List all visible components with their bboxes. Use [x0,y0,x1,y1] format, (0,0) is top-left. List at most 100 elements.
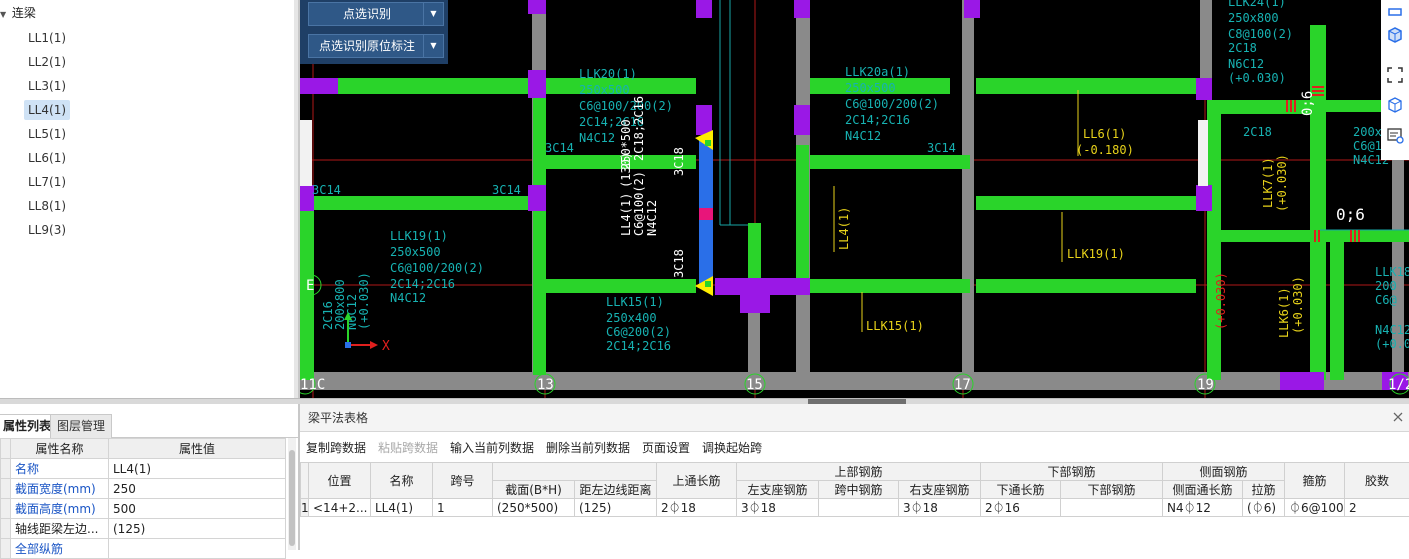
close-icon[interactable] [1393,412,1403,422]
cube-3d-icon[interactable] [1386,26,1404,44]
cell-name[interactable]: LL4(1) [371,499,433,517]
anno-ll4-yellow: LL4(1) [837,207,851,250]
grid-label-13: 13 [537,377,554,393]
tree-root-label: 连梁 [12,6,36,20]
tree-item-ll9[interactable]: LL9(3) [24,220,70,240]
selected-beam-ll4[interactable] [695,130,713,296]
dropdown-arrow-icon[interactable]: ▼ [423,3,443,25]
col-position: 位置 [309,463,371,499]
cell-span[interactable]: 1 [433,499,493,517]
grid-label-17: 17 [954,377,971,393]
prop-label-all-rebar: 全部纵筋 [11,539,109,559]
cell-legs[interactable]: 2 [1345,499,1409,517]
point-identify-inplace-button[interactable]: 点选识别原位标注 ▼ [308,34,444,58]
delete-column-button[interactable]: 删除当前列数据 [546,436,630,460]
paste-span-button[interactable]: 粘贴跨数据 [378,436,438,460]
expand-triangle-icon[interactable]: ▼ [0,6,8,24]
prop-value-name[interactable]: LL4(1) [109,459,286,479]
anno-llk19-l4: 2C14;2C16 [390,277,455,291]
prop-row-name[interactable]: 名称 LL4(1) [1,459,286,479]
view-3d-box-icon[interactable] [1386,96,1404,114]
prop-row-height[interactable]: 截面高度(mm) 500 [1,499,286,519]
prop-label-width: 截面宽度(mm) [11,479,109,499]
grid-label-1-20: 1/20 [1388,377,1409,393]
col-right-support: 右支座钢筋 [899,481,981,499]
col-legs: 胶数 [1345,463,1409,499]
prop-value-height[interactable]: 500 [109,499,286,519]
anno-llk15-yellow: LLK15(1) [866,319,924,333]
anno-llk24-l1: LLK24(1) [1228,0,1286,9]
column-note: 2C16 200x800 N6C12 (+0.030) [321,272,371,330]
anno-llk7: LLK7(1) [1261,157,1275,208]
cell-offset[interactable]: (125) [575,499,657,517]
point-identify-button[interactable]: 点选识别 ▼ [308,2,444,26]
anno-llk15-l4: 2C14;2C16 [606,339,671,353]
tree-item-ll4-selected[interactable]: LL4(1) [24,100,70,120]
page-setup-button[interactable]: 页面设置 [642,436,690,460]
prop-label-name: 名称 [11,459,109,479]
col-span: 跨号 [433,463,493,499]
cell-position[interactable]: <14+2... [309,499,371,517]
cad-drawing-canvas[interactable]: LLK20(1) 250x500 C6@100/200(2) 2C14;2C16… [300,0,1409,398]
point-identify-inplace-label: 点选识别原位标注 [309,35,425,57]
anno-llk6-elev: (+0.030) [1291,276,1305,334]
yellow-annotations: LL6(1) (-0.180) LL4(1) LLK19(1) LLK15(1)… [834,90,1305,338]
anno-llk15-l3: C6@200(2) [606,325,671,339]
prop-value-all-rebar[interactable] [109,539,286,559]
layer-view-icon[interactable] [1386,126,1404,144]
label-3c14-a: 3C14 [545,141,574,155]
prop-value-offset[interactable]: (125) [109,519,286,539]
anno-red-elev: (+0.030) [1214,272,1228,330]
cell-stirrup[interactable]: ⏀6@100( [1285,499,1345,517]
tree-item-ll2[interactable]: LL2(1) [24,52,70,72]
col-bottom-through: 下通长筋 [981,481,1061,499]
anno-llk24-l4: 2C18 [1228,41,1257,55]
sel-anno-offset: (130) [619,152,633,188]
cell-bottom-through[interactable]: 2⏀16 [981,499,1061,517]
swap-start-span-button[interactable]: 调换起始跨 [702,436,762,460]
teal-beam-annotations: LLK20(1) 250x500 C6@100/200(2) 2C14;2C16… [312,0,1409,353]
col-mid-span: 跨中钢筋 [819,481,899,499]
cell-left-support[interactable]: 3⏀18 [737,499,819,517]
sel-anno-side: N4C12 [645,200,659,236]
prop-row-width[interactable]: 截面宽度(mm) 250 [1,479,286,499]
anno-llk15-l1: LLK15(1) [606,295,664,309]
copy-span-button[interactable]: 复制跨数据 [306,436,366,460]
tree-item-ll1[interactable]: LL1(1) [24,28,70,48]
scrollbar-thumb[interactable] [289,450,295,546]
cell-side-through[interactable]: N4⏀12 [1163,499,1243,517]
tree-item-ll3[interactable]: LL3(1) [24,76,70,96]
anno-llk19-l5: N4C12 [390,291,426,305]
cell-bottom-rebar[interactable] [1061,499,1163,517]
anno-llk20-l1: LLK20(1) [579,67,637,81]
col-tie: 拉筋 [1243,481,1285,499]
cell-tie[interactable]: (⏀6) [1243,499,1285,517]
white-wall-left [300,120,312,186]
prop-label-offset: 轴线距梁左边... [11,519,109,539]
dropdown-arrow-icon[interactable]: ▼ [423,35,443,57]
table-row[interactable]: 1 <14+2... LL4(1) 1 (250*500) (125) 2⏀18… [301,499,1409,517]
cell-mid-span[interactable] [819,499,899,517]
tree-item-ll6[interactable]: LL6(1) [24,148,70,168]
fullscreen-icon[interactable] [1386,66,1404,84]
tree-item-ll7[interactable]: LL7(1) [24,172,70,192]
tree-root-lianliang[interactable]: ▼ 连梁 [0,4,36,22]
tree-item-ll8[interactable]: LL8(1) [24,196,70,216]
property-scrollbar[interactable] [288,438,296,550]
cell-section[interactable]: (250*500) [493,499,575,517]
cell-right-support[interactable]: 3⏀18 [899,499,981,517]
tab-layer-management[interactable]: 图层管理 [50,414,112,438]
prop-row-all-rebar[interactable]: 全部纵筋 [1,539,286,559]
prop-value-width[interactable]: 250 [109,479,286,499]
cell-top-through[interactable]: 2⏀18 [657,499,737,517]
sel-label-3c18-bot: 3C18 [672,249,686,278]
anno-llk20-l5: N4C12 [579,131,615,145]
identify-floating-panel: 点选识别 ▼ 点选识别原位标注 ▼ [300,0,448,64]
axis-x-label: X [382,339,390,354]
tree-item-ll5[interactable]: LL5(1) [24,124,70,144]
prop-row-offset[interactable]: 轴线距梁左边... (125) [1,519,286,539]
view-top-icon[interactable] [1386,2,1404,20]
group-side-rebar: 侧面钢筋 [1163,463,1285,481]
input-column-button[interactable]: 输入当前列数据 [450,436,534,460]
grid-label-19: 19 [1197,377,1214,393]
